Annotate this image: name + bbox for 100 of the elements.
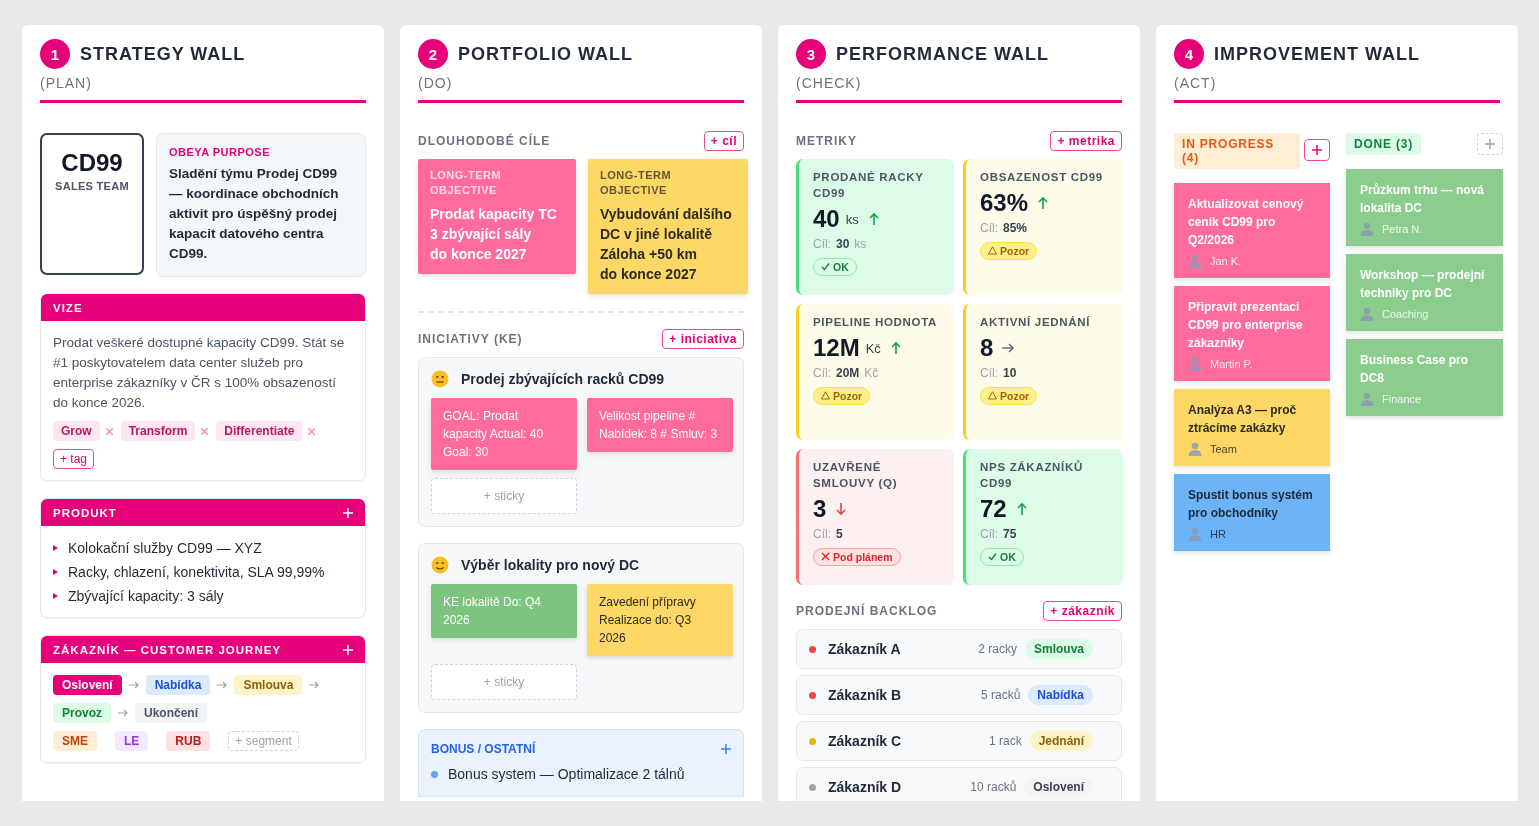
task-text: Spustit bonus systém pro obchodníky (1188, 487, 1314, 522)
segment-tag[interactable]: LE (115, 731, 149, 751)
segment-tag[interactable]: RUB (166, 731, 211, 751)
purpose-text: Sladění týmu Prodej CD99 — koordinace obchodních aktivit pro úspěšný prodej kapacit datového centra CD99. (169, 165, 340, 263)
journey-step[interactable]: Provoz (53, 703, 111, 723)
bullet-icon (53, 593, 58, 599)
target-label: Cíl: (980, 527, 998, 541)
task-owner: HR (1210, 528, 1226, 540)
backlog-row[interactable]: Zákazník B 5 racků Nabídka (796, 675, 1122, 715)
person-icon (1360, 222, 1374, 236)
backlog-row[interactable]: Zákazník D 10 racků Oslovení (796, 767, 1122, 801)
task-owner: Coaching (1382, 308, 1429, 320)
arrow-up-icon (867, 212, 880, 226)
plus-icon (1485, 139, 1495, 149)
customer-name: Zákazník A (828, 641, 902, 657)
add-sticky-button[interactable]: + sticky (431, 664, 577, 700)
add-card-button[interactable] (1304, 139, 1330, 161)
team-name: SALES TEAM (54, 180, 130, 192)
wall-subtitle: (CHECK) (796, 75, 863, 91)
target-value: 10 (1003, 366, 1017, 380)
add-tag-button[interactable]: + tag (53, 449, 95, 469)
wall-title: PERFORMANCE WALL (836, 43, 1049, 65)
sticky-note: Zavedení přípravy Realizace do: Q3 2026 (587, 584, 733, 656)
status-badge: OK (813, 257, 857, 276)
objective-label: LONG-TERM OBJECTIVE (600, 168, 673, 198)
journey-step[interactable]: Ukončení (135, 703, 208, 723)
task-owner: Jan K. (1210, 255, 1242, 267)
sticky-note: GOAL: Prodat kapacity Actual: 40 Goal: 30 (431, 398, 577, 470)
status-badge: Pozor (813, 386, 871, 405)
objective-text: Prodat kapacity TC 3 zbývající sály do konce 2027 (430, 205, 558, 264)
arrow-right-icon (1002, 341, 1015, 355)
tag-chip[interactable]: Grow (53, 421, 100, 441)
metric-value: 3 (813, 495, 827, 523)
remove-button[interactable] (201, 427, 209, 435)
target-label: Cíl: (980, 221, 998, 235)
plus-icon (721, 744, 731, 754)
person-icon (1360, 392, 1374, 406)
add-button[interactable]: + iniciativa (662, 329, 744, 349)
purpose-label: OBEYA PURPOSE (169, 146, 272, 158)
remove-button[interactable] (105, 427, 113, 435)
close-icon (821, 552, 830, 561)
target-unit: Kč (864, 366, 879, 380)
objective-text: Vybudování dalšího DC v jiné lokalitě Záloha +50 km do konce 2027 (600, 205, 733, 284)
metric-title: UZAVŘENÉ SMLOUVY (Q) (813, 460, 899, 491)
add-sticky-button[interactable]: + sticky (431, 478, 577, 514)
initiative-title: Prodej zbývajících racků CD99 (461, 371, 665, 387)
arrow-down-icon (835, 502, 848, 516)
target-value: 30 (836, 237, 850, 251)
tag-chip[interactable]: Differentiate (216, 421, 303, 441)
target-value: 85% (1003, 221, 1028, 235)
wall-title: STRATEGY WALL (80, 43, 246, 65)
backlog-row[interactable]: Zákazník C 1 rack Jednání (796, 721, 1122, 761)
person-icon (1188, 442, 1202, 456)
target-value: 20M (836, 366, 860, 380)
plus-icon (343, 507, 353, 518)
add-button[interactable] (721, 744, 731, 754)
arrow-up-icon (889, 341, 902, 355)
target-label: Cíl: (813, 527, 831, 541)
smiling-face-icon (431, 556, 449, 574)
person-icon (1360, 307, 1374, 321)
backlog-row[interactable]: Zákazník A 2 racky Smlouva (796, 629, 1122, 669)
journey-step[interactable]: Nabídka (145, 675, 211, 695)
arrow-icon (217, 681, 228, 689)
remove-button[interactable] (308, 427, 316, 435)
rack-count: 10 racků (970, 780, 1017, 794)
task-owner: Martin P. (1210, 358, 1253, 370)
task-text: Workshop — prodejní techniky pro DC (1360, 267, 1486, 302)
arrow-icon (118, 709, 128, 717)
task-text: Průzkum trhu — nová lokalita DC (1360, 182, 1485, 217)
wall-number: 3 (796, 39, 826, 69)
section-title: PRODUKT (53, 506, 117, 519)
stage-badge: Jednání (1029, 731, 1093, 751)
segment-tag[interactable]: SME (53, 731, 97, 751)
task-text: Business Case pro DC8 (1360, 352, 1470, 387)
status-badge: Pozor (980, 241, 1038, 260)
metric-value: 8 (980, 334, 994, 362)
metric-title: PRODANÉ RACKY CD99 (813, 170, 925, 201)
arrow-up-icon (1037, 196, 1050, 210)
journey-step[interactable]: Smlouva (234, 675, 303, 695)
add-button[interactable]: + zákazník (1043, 601, 1122, 621)
add-button[interactable]: + metrika (1050, 131, 1122, 151)
section-title: ZÁKAZNÍK — CUSTOMER JOURNEY (53, 643, 282, 656)
journey-step[interactable]: Oslovení (53, 675, 122, 695)
metric-title: PIPELINE HODNOTA (813, 315, 939, 330)
status-badge: OK (980, 547, 1024, 566)
product-item: Zbývající kapacity: 3 sály (68, 588, 224, 604)
section-title: BONUS / OSTATNÍ (431, 742, 536, 756)
person-icon (1188, 254, 1202, 268)
customer-name: Zákazník C (828, 733, 903, 749)
metric-value: 72 (980, 495, 1007, 523)
add-button[interactable]: + cíl (703, 131, 744, 151)
arrow-up-icon (1015, 502, 1028, 516)
target-unit: ks (854, 237, 867, 251)
metric-value: 12M (813, 334, 860, 362)
add-segment-button[interactable]: + segment (228, 731, 299, 751)
person-icon (1188, 527, 1202, 541)
tag-chip[interactable]: Transform (120, 421, 196, 441)
bullet-dot-icon (431, 770, 438, 778)
rack-count: 5 racků (980, 688, 1021, 702)
person-icon (1188, 357, 1202, 371)
